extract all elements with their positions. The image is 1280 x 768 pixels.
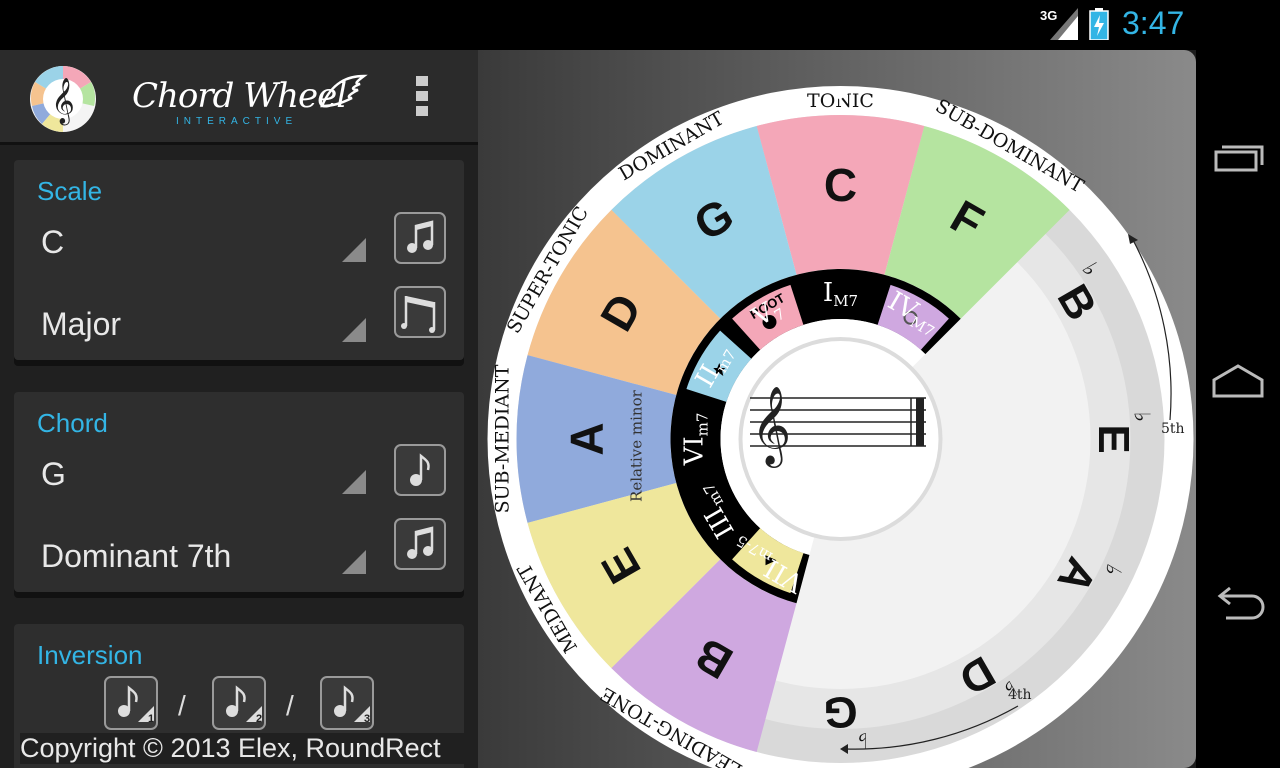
home-icon[interactable] <box>1208 358 1268 408</box>
relative-minor-label: Relative minor <box>628 389 646 502</box>
chord-label: Chord <box>37 408 108 438</box>
status-bar: 3G 3:47 <box>0 0 1196 50</box>
inversion-1-button[interactable]: 1 <box>104 676 158 730</box>
app-title: Chord Wheel <box>132 76 347 116</box>
chord-wheel[interactable]: ROOT 𝄞 TONIC SUB-DOMINANTDOMINANTSUPER-TO… <box>478 50 1196 768</box>
svg-text:𝄞: 𝄞 <box>751 386 791 468</box>
dropdown-caret-icon[interactable] <box>342 550 366 574</box>
dropdown-caret-icon[interactable] <box>342 318 366 342</box>
fourth-label: 4th <box>1008 687 1032 703</box>
overflow-menu-icon[interactable] <box>410 72 434 120</box>
inversion-separator: / <box>178 690 186 721</box>
scale-mode-spinner[interactable]: Major <box>41 306 121 343</box>
scale-label: Scale <box>37 176 103 206</box>
app-logo-icon[interactable]: 𝄞 <box>28 64 98 134</box>
play-scale-button[interactable] <box>394 212 446 264</box>
key-label: A <box>561 422 613 455</box>
chord-type-spinner[interactable]: Dominant 7th <box>41 538 231 575</box>
note-sequence-icon <box>401 296 436 333</box>
back-icon[interactable] <box>1208 580 1268 630</box>
battery-charging-icon <box>1089 8 1109 40</box>
note-icon: 3 <box>334 685 370 725</box>
single-note-icon <box>410 453 430 486</box>
inversion-3-button[interactable]: 3 <box>320 676 374 730</box>
chord-root-spinner[interactable]: G <box>41 456 66 493</box>
copyright-text: Copyright © 2013 Elex, RoundRect <box>20 733 480 764</box>
dropdown-caret-icon[interactable] <box>342 238 366 262</box>
app-subtitle: INTERACTIVE <box>176 116 298 127</box>
system-nav-bar <box>1196 0 1280 768</box>
recent-apps-icon[interactable] <box>1208 135 1268 185</box>
flat-key-label: E <box>1089 424 1138 453</box>
play-scale-sequence-button[interactable] <box>394 286 446 338</box>
chord-panel: Chord G Dominant 7th <box>14 392 464 592</box>
svg-text:𝄞: 𝄞 <box>51 78 75 126</box>
note-icon: 1 <box>118 685 154 725</box>
note-icon: 2 <box>226 685 262 725</box>
inversion-3-badge: 3 <box>364 713 370 725</box>
function-label: SUB-MEDIANT <box>492 364 514 513</box>
network-type-label: 3G <box>1040 8 1058 23</box>
play-arpeggio-button[interactable] <box>394 518 446 570</box>
double-note-icon <box>407 526 434 559</box>
key-label: C <box>824 159 857 211</box>
wheel-stage: ROOT 𝄞 TONIC SUB-DOMINANT DOMINANT SUPER-TO… <box>478 50 1196 768</box>
flat-key-label: G <box>823 687 857 736</box>
scale-panel: Scale C Major <box>14 160 464 360</box>
scale-key-spinner[interactable]: C <box>41 224 64 261</box>
inversion-1-badge: 1 <box>148 713 154 725</box>
fifth-label: 5th <box>1161 421 1185 437</box>
play-chord-button[interactable] <box>394 444 446 496</box>
inversion-2-badge: 2 <box>256 713 262 725</box>
action-bar: 𝄞 Chord Wheel INTERACTIVE <box>0 50 478 145</box>
dropdown-caret-icon[interactable] <box>342 470 366 494</box>
double-note-icon <box>407 220 434 253</box>
control-panel: 𝄞 Chord Wheel INTERACTIVE Scale C Major … <box>0 50 480 768</box>
inversion-2-button[interactable]: 2 <box>212 676 266 730</box>
flat-symbol: ♭ <box>1130 412 1155 422</box>
inversion-separator: / <box>286 690 294 721</box>
inversion-label: Inversion <box>37 640 143 670</box>
clock: 3:47 <box>1122 5 1185 41</box>
app-window: 𝄞 Chord Wheel INTERACTIVE Scale C Major … <box>0 50 1196 768</box>
wing-icon <box>320 74 368 108</box>
